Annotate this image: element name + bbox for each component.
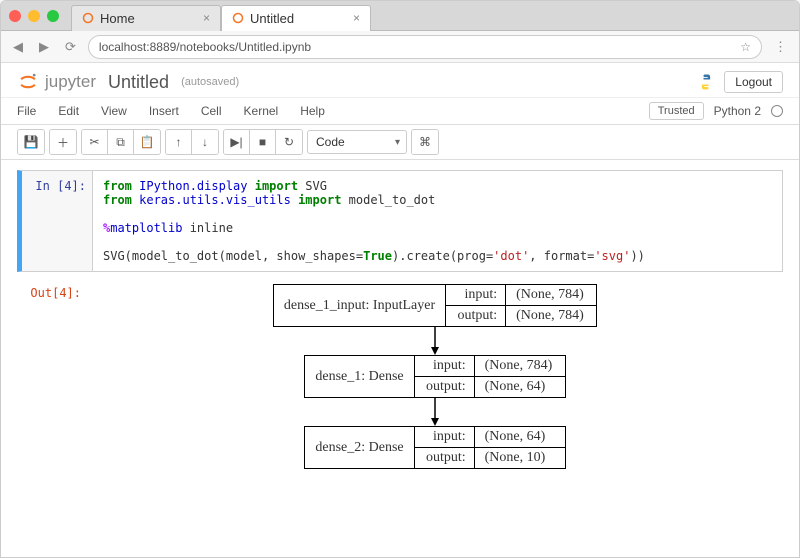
trusted-indicator[interactable]: Trusted bbox=[649, 102, 704, 120]
io-label: input: bbox=[415, 356, 475, 376]
layer-name: dense_1_input: InputLayer bbox=[274, 285, 446, 326]
menu-file[interactable]: File bbox=[17, 104, 36, 118]
browser-tab-home[interactable]: Home × bbox=[71, 5, 221, 31]
interrupt-button[interactable]: ■ bbox=[250, 130, 276, 154]
window-controls bbox=[9, 10, 71, 22]
tab-title: Home bbox=[100, 11, 135, 26]
bookmark-icon[interactable]: ☆ bbox=[740, 40, 751, 54]
run-button[interactable]: ▶| bbox=[224, 130, 250, 154]
input-shape: (None, 784) bbox=[506, 285, 596, 305]
cell-type-select[interactable]: Code bbox=[307, 130, 407, 154]
cut-button[interactable]: ✂ bbox=[82, 130, 108, 154]
jupyter-icon bbox=[17, 71, 39, 93]
url-input[interactable]: localhost:8889/notebooks/Untitled.ipynb … bbox=[88, 35, 762, 59]
autosave-status: (autosaved) bbox=[181, 76, 239, 88]
menu-insert[interactable]: Insert bbox=[149, 104, 179, 118]
save-button[interactable]: 💾 bbox=[18, 130, 44, 154]
browser-tab-notebook[interactable]: Untitled × bbox=[221, 5, 371, 31]
io-label: output: bbox=[415, 448, 475, 468]
layer-name: dense_2: Dense bbox=[305, 427, 414, 468]
io-label: output: bbox=[415, 377, 475, 397]
notebook-title[interactable]: Untitled bbox=[108, 72, 169, 93]
minimize-window-button[interactable] bbox=[28, 10, 40, 22]
code-input[interactable]: from IPython.display import SVG from ker… bbox=[92, 171, 782, 271]
browser-address-bar: ◀ ▶ ⟳ localhost:8889/notebooks/Untitled.… bbox=[1, 31, 799, 63]
close-window-button[interactable] bbox=[9, 10, 21, 22]
jupyter-logo[interactable]: jupyter bbox=[17, 71, 96, 93]
python-icon bbox=[696, 72, 716, 92]
kernel-name[interactable]: Python 2 bbox=[714, 104, 761, 118]
output-prompt: Out[4]: bbox=[17, 278, 87, 481]
menu-view[interactable]: View bbox=[101, 104, 127, 118]
io-label: input: bbox=[446, 285, 506, 305]
move-down-button[interactable]: ↓ bbox=[192, 130, 218, 154]
add-cell-button[interactable]: ＋ bbox=[50, 130, 76, 154]
menu-cell[interactable]: Cell bbox=[201, 104, 222, 118]
restart-button[interactable]: ↻ bbox=[276, 130, 302, 154]
paste-button[interactable]: 📋 bbox=[134, 130, 160, 154]
jupyter-brand: jupyter bbox=[45, 72, 96, 92]
menu-kernel[interactable]: Kernel bbox=[244, 104, 279, 118]
output-shape: (None, 64) bbox=[475, 377, 565, 397]
forward-button[interactable]: ▶ bbox=[35, 39, 53, 55]
notebook-area[interactable]: In [4]: from IPython.display import SVG … bbox=[1, 160, 799, 556]
command-palette-button[interactable]: ⌘ bbox=[412, 130, 438, 154]
close-tab-icon[interactable]: × bbox=[203, 11, 210, 25]
maximize-window-button[interactable] bbox=[47, 10, 59, 22]
notebook-menubar: File Edit View Insert Cell Kernel Help T… bbox=[1, 98, 799, 125]
io-label: input: bbox=[415, 427, 475, 447]
browser-tabbar: Home × Untitled × bbox=[1, 1, 799, 31]
jupyter-icon bbox=[82, 12, 94, 24]
menu-help[interactable]: Help bbox=[300, 104, 325, 118]
output-shape: (None, 784) bbox=[506, 306, 596, 326]
notebook-toolbar: 💾 ＋ ✂ ⧉ 📋 ↑ ↓ ▶| ■ ↻ Code ⌘ bbox=[1, 125, 799, 160]
tab-title: Untitled bbox=[250, 11, 294, 26]
model-diagram: dense_1_input: InputLayerinput:(None, 78… bbox=[93, 284, 777, 469]
reload-button[interactable]: ⟳ bbox=[61, 39, 80, 55]
arrow-down-icon bbox=[429, 327, 441, 355]
jupyter-icon bbox=[232, 12, 244, 24]
kernel-status-icon bbox=[771, 105, 783, 117]
input-shape: (None, 784) bbox=[475, 356, 565, 376]
logout-button[interactable]: Logout bbox=[724, 71, 783, 93]
copy-button[interactable]: ⧉ bbox=[108, 130, 134, 154]
diagram-layer: dense_2: Denseinput:(None, 64)output:(No… bbox=[304, 426, 565, 469]
output-shape: (None, 10) bbox=[475, 448, 565, 468]
url-text: localhost:8889/notebooks/Untitled.ipynb bbox=[99, 40, 311, 54]
menu-icon[interactable]: ⋮ bbox=[770, 39, 791, 55]
diagram-layer: dense_1: Denseinput:(None, 784)output:(N… bbox=[304, 355, 565, 398]
input-shape: (None, 64) bbox=[475, 427, 565, 447]
browser-window: Home × Untitled × ◀ ▶ ⟳ localhost:8889/n… bbox=[0, 0, 800, 558]
menu-edit[interactable]: Edit bbox=[58, 104, 79, 118]
back-button[interactable]: ◀ bbox=[9, 39, 27, 55]
layer-name: dense_1: Dense bbox=[305, 356, 414, 397]
move-up-button[interactable]: ↑ bbox=[166, 130, 192, 154]
input-prompt: In [4]: bbox=[22, 171, 92, 271]
io-label: output: bbox=[446, 306, 506, 326]
close-tab-icon[interactable]: × bbox=[353, 11, 360, 25]
output-area: Out[4]: dense_1_input: InputLayerinput:(… bbox=[17, 278, 783, 481]
notebook-header: jupyter Untitled (autosaved) Logout bbox=[1, 63, 799, 98]
arrow-down-icon bbox=[429, 398, 441, 426]
code-cell[interactable]: In [4]: from IPython.display import SVG … bbox=[17, 170, 783, 272]
diagram-layer: dense_1_input: InputLayerinput:(None, 78… bbox=[273, 284, 597, 327]
